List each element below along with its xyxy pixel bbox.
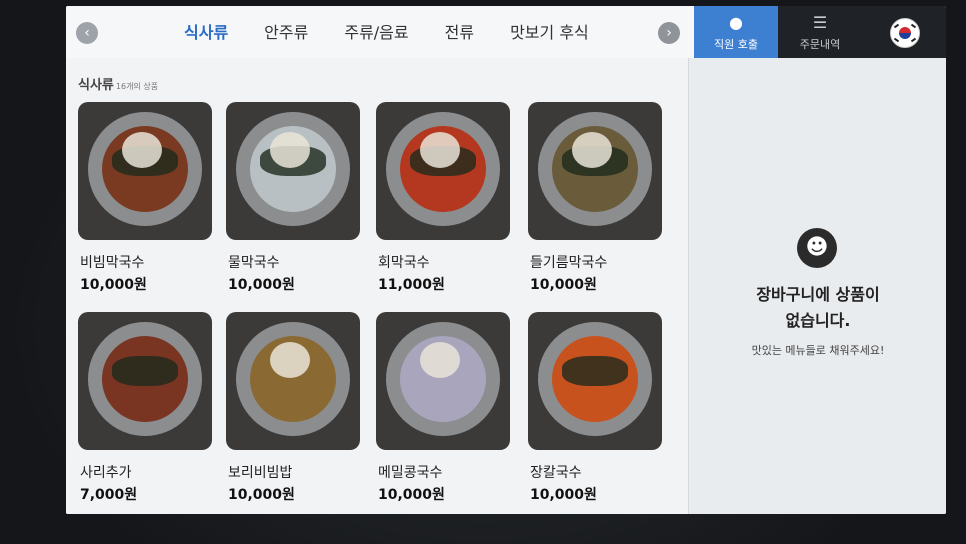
menu-item-jang-kalguksu[interactable]: 장칼국수 10,000원 — [528, 312, 668, 514]
cart-empty-subtext: 맛있는 메뉴들로 채워주세요! — [751, 344, 885, 357]
chevron-left-icon[interactable]: ‹ — [76, 22, 98, 44]
item-price: 10,000원 — [228, 277, 295, 293]
category-tabs: 식사류 안주류 주류/음료 전류 맛보기 후식 — [166, 6, 607, 58]
item-name: 물막국수 — [228, 255, 280, 271]
item-name: 메밀콩국수 — [378, 465, 443, 481]
item-price: 11,000원 — [378, 277, 445, 293]
menu-item-bibim-makguksu[interactable]: 비빔막국수 10,000원 — [78, 102, 218, 312]
list-icon: ☰ — [812, 13, 828, 32]
food-photo — [78, 102, 212, 240]
order-history-button[interactable]: ☰ 주문내역 — [778, 6, 862, 58]
person-icon: ● — [729, 13, 743, 32]
menu-item-hoe-makguksu[interactable]: 회막국수 11,000원 — [376, 102, 516, 312]
korea-flag-icon — [890, 18, 920, 48]
menu-area: 식사류 16개의 상품 비빔막국수 10,000원 물막국수 10,000원 회막… — [66, 58, 688, 514]
order-history-label: 주문내역 — [799, 38, 841, 51]
item-price: 7,000원 — [80, 487, 138, 503]
kiosk-screen: ‹ 식사류 안주류 주류/음료 전류 맛보기 후식 › ● 직원 호출 ☰ 주문… — [66, 6, 946, 514]
smiley-icon: ☻ — [797, 228, 837, 268]
menu-item-bori-bibimbap[interactable]: 보리비빔밥 10,000원 — [226, 312, 366, 514]
menu-item-memil-kongguksu[interactable]: 메밀콩국수 10,000원 — [376, 312, 516, 514]
item-name: 장칼국수 — [530, 465, 582, 481]
item-price: 10,000원 — [530, 277, 597, 293]
menu-item-sari-extra[interactable]: 사리추가 7,000원 — [78, 312, 218, 514]
chevron-right-icon[interactable]: › — [658, 22, 680, 44]
tab-desserts[interactable]: 맛보기 후식 — [492, 6, 607, 58]
food-photo — [528, 102, 662, 240]
menu-item-deulgireum-makguksu[interactable]: 들기름막국수 10,000원 — [528, 102, 668, 312]
section-title: 식사류 16개의 상품 — [78, 78, 159, 93]
section-count: 16개의 상품 — [115, 82, 159, 91]
item-name: 들기름막국수 — [530, 255, 608, 271]
item-price: 10,000원 — [228, 487, 295, 503]
menu-item-mul-makguksu[interactable]: 물막국수 10,000원 — [226, 102, 366, 312]
staff-call-label: 직원 호출 — [714, 38, 758, 51]
tab-pancakes[interactable]: 전류 — [427, 6, 492, 58]
food-photo — [376, 102, 510, 240]
food-photo — [226, 312, 360, 450]
item-price: 10,000원 — [378, 487, 445, 503]
tab-side-dishes[interactable]: 안주류 — [246, 6, 326, 58]
food-photo — [226, 102, 360, 240]
cart-empty-message: 장바구니에 상품이 없습니다. — [756, 285, 880, 330]
tab-drinks[interactable]: 주류/음료 — [326, 6, 426, 58]
food-photo — [528, 312, 662, 450]
item-price: 10,000원 — [80, 277, 147, 293]
item-name: 회막국수 — [378, 255, 430, 271]
item-name: 사리추가 — [80, 465, 132, 481]
cart-panel: ☻ 장바구니에 상품이 없습니다. 맛있는 메뉴들로 채워주세요! — [688, 58, 946, 514]
language-button[interactable] — [862, 6, 946, 58]
tab-meals[interactable]: 식사류 — [166, 6, 246, 58]
item-price: 10,000원 — [530, 487, 597, 503]
food-photo — [376, 312, 510, 450]
food-photo — [78, 312, 212, 450]
item-name: 비빔막국수 — [80, 255, 145, 271]
category-bar: ‹ 식사류 안주류 주류/음료 전류 맛보기 후식 › — [66, 6, 694, 59]
staff-call-button[interactable]: ● 직원 호출 — [694, 6, 778, 58]
item-name: 보리비빔밥 — [228, 465, 293, 481]
